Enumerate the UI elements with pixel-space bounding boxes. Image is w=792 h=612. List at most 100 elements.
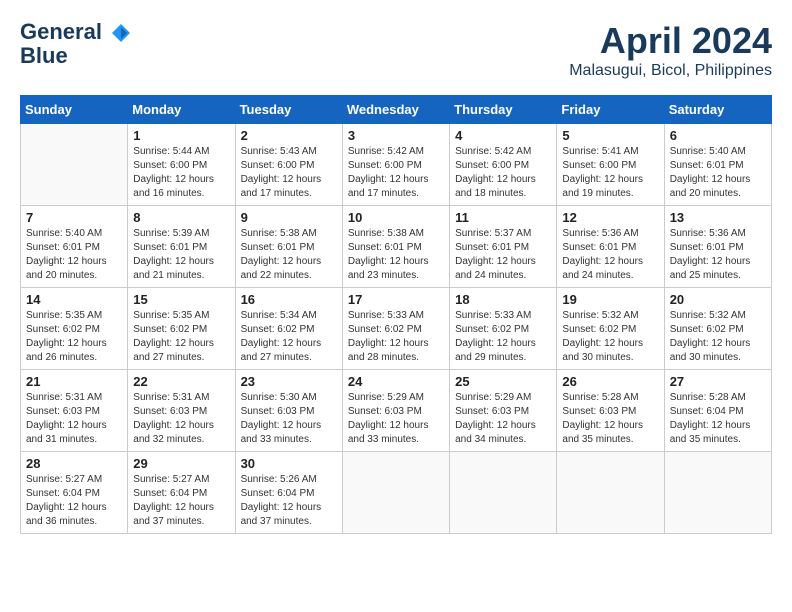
calendar-cell: 10 Sunrise: 5:38 AM Sunset: 6:01 PM Dayli…	[342, 206, 449, 288]
column-header-saturday: Saturday	[664, 96, 771, 124]
calendar-cell: 20 Sunrise: 5:32 AM Sunset: 6:02 PM Dayli…	[664, 288, 771, 370]
logo-blue-text: Blue	[20, 44, 68, 68]
calendar-cell: 23Sunrise: 5:30 AM Sunset: 6:03 PM Dayli…	[235, 370, 342, 452]
calendar-cell: 7 Sunrise: 5:40 AM Sunset: 6:01 PM Daylig…	[21, 206, 128, 288]
day-info: Sunrise: 5:43 AM Sunset: 6:00 PM Dayligh…	[241, 145, 337, 201]
day-number: 12	[562, 210, 658, 225]
day-number: 2	[241, 128, 337, 143]
calendar-cell: 6Sunrise: 5:40 AM Sunset: 6:01 PM Daylig…	[664, 124, 771, 206]
calendar-cell: 22 Sunrise: 5:31 AM Sunset: 6:03 PM Dayli…	[128, 370, 235, 452]
month-title: April 2024	[569, 20, 772, 62]
calendar-cell	[664, 452, 771, 534]
day-info: Sunrise: 5:35 AM Sunset: 6:02 PM Dayligh…	[133, 309, 229, 365]
calendar-cell	[557, 452, 664, 534]
day-info: Sunrise: 5:31 AM Sunset: 6:03 PM Dayligh…	[26, 391, 122, 447]
day-number: 9	[241, 210, 337, 225]
day-info: Sunrise: 5:35 AM Sunset: 6:02 PM Dayligh…	[26, 309, 122, 365]
day-info: Sunrise: 5:38 AM Sunset: 6:01 PM Dayligh…	[241, 227, 337, 283]
column-header-sunday: Sunday	[21, 96, 128, 124]
day-number: 6	[670, 128, 766, 143]
day-info: Sunrise: 5:26 AM Sunset: 6:04 PM Dayligh…	[241, 473, 337, 529]
day-info: Sunrise: 5:29 AM Sunset: 6:03 PM Dayligh…	[455, 391, 551, 447]
day-number: 25	[455, 374, 551, 389]
day-info: Sunrise: 5:42 AM Sunset: 6:00 PM Dayligh…	[348, 145, 444, 201]
column-header-thursday: Thursday	[450, 96, 557, 124]
week-row-2: 7 Sunrise: 5:40 AM Sunset: 6:01 PM Daylig…	[21, 206, 772, 288]
day-info: Sunrise: 5:33 AM Sunset: 6:02 PM Dayligh…	[348, 309, 444, 365]
page-header: General Blue April 2024 Malasugui, Bicol…	[20, 20, 772, 80]
day-info: Sunrise: 5:39 AM Sunset: 6:01 PM Dayligh…	[133, 227, 229, 283]
day-number: 21	[26, 374, 122, 389]
day-number: 19	[562, 292, 658, 307]
day-number: 16	[241, 292, 337, 307]
column-header-friday: Friday	[557, 96, 664, 124]
week-row-1: 1 Sunrise: 5:44 AM Sunset: 6:00 PM Daylig…	[21, 124, 772, 206]
day-info: Sunrise: 5:41 AM Sunset: 6:00 PM Dayligh…	[562, 145, 658, 201]
day-number: 5	[562, 128, 658, 143]
calendar-cell	[450, 452, 557, 534]
calendar-cell: 18Sunrise: 5:33 AM Sunset: 6:02 PM Dayli…	[450, 288, 557, 370]
calendar-cell: 13 Sunrise: 5:36 AM Sunset: 6:01 PM Dayli…	[664, 206, 771, 288]
logo-text: General	[20, 20, 132, 44]
calendar-cell: 11Sunrise: 5:37 AM Sunset: 6:01 PM Dayli…	[450, 206, 557, 288]
calendar-cell: 27Sunrise: 5:28 AM Sunset: 6:04 PM Dayli…	[664, 370, 771, 452]
day-info: Sunrise: 5:32 AM Sunset: 6:02 PM Dayligh…	[670, 309, 766, 365]
day-number: 29	[133, 456, 229, 471]
day-number: 14	[26, 292, 122, 307]
day-info: Sunrise: 5:31 AM Sunset: 6:03 PM Dayligh…	[133, 391, 229, 447]
day-number: 4	[455, 128, 551, 143]
day-number: 24	[348, 374, 444, 389]
day-info: Sunrise: 5:44 AM Sunset: 6:00 PM Dayligh…	[133, 145, 229, 201]
column-header-tuesday: Tuesday	[235, 96, 342, 124]
day-info: Sunrise: 5:29 AM Sunset: 6:03 PM Dayligh…	[348, 391, 444, 447]
calendar-table: SundayMondayTuesdayWednesdayThursdayFrid…	[20, 95, 772, 534]
calendar-cell: 28Sunrise: 5:27 AM Sunset: 6:04 PM Dayli…	[21, 452, 128, 534]
location-title: Malasugui, Bicol, Philippines	[569, 62, 772, 80]
day-number: 26	[562, 374, 658, 389]
calendar-cell: 15Sunrise: 5:35 AM Sunset: 6:02 PM Dayli…	[128, 288, 235, 370]
day-info: Sunrise: 5:32 AM Sunset: 6:02 PM Dayligh…	[562, 309, 658, 365]
week-row-4: 21 Sunrise: 5:31 AM Sunset: 6:03 PM Dayli…	[21, 370, 772, 452]
calendar-cell: 16Sunrise: 5:34 AM Sunset: 6:02 PM Dayli…	[235, 288, 342, 370]
week-row-3: 14 Sunrise: 5:35 AM Sunset: 6:02 PM Dayli…	[21, 288, 772, 370]
day-info: Sunrise: 5:30 AM Sunset: 6:03 PM Dayligh…	[241, 391, 337, 447]
day-number: 30	[241, 456, 337, 471]
calendar-cell: 14 Sunrise: 5:35 AM Sunset: 6:02 PM Dayli…	[21, 288, 128, 370]
day-number: 17	[348, 292, 444, 307]
day-info: Sunrise: 5:37 AM Sunset: 6:01 PM Dayligh…	[455, 227, 551, 283]
day-number: 10	[348, 210, 444, 225]
logo-blue-icon	[102, 19, 132, 44]
calendar-cell: 19 Sunrise: 5:32 AM Sunset: 6:02 PM Dayli…	[557, 288, 664, 370]
day-number: 22	[133, 374, 229, 389]
calendar-cell: 21 Sunrise: 5:31 AM Sunset: 6:03 PM Dayli…	[21, 370, 128, 452]
calendar-cell: 3 Sunrise: 5:42 AM Sunset: 6:00 PM Daylig…	[342, 124, 449, 206]
day-info: Sunrise: 5:27 AM Sunset: 6:04 PM Dayligh…	[133, 473, 229, 529]
calendar-cell: 5 Sunrise: 5:41 AM Sunset: 6:00 PM Daylig…	[557, 124, 664, 206]
calendar-cell: 17 Sunrise: 5:33 AM Sunset: 6:02 PM Dayli…	[342, 288, 449, 370]
calendar-cell: 1 Sunrise: 5:44 AM Sunset: 6:00 PM Daylig…	[128, 124, 235, 206]
calendar-cell: 4 Sunrise: 5:42 AM Sunset: 6:00 PM Daylig…	[450, 124, 557, 206]
calendar-cell: 29 Sunrise: 5:27 AM Sunset: 6:04 PM Dayli…	[128, 452, 235, 534]
day-info: Sunrise: 5:33 AM Sunset: 6:02 PM Dayligh…	[455, 309, 551, 365]
calendar-cell	[342, 452, 449, 534]
calendar-header-row: SundayMondayTuesdayWednesdayThursdayFrid…	[21, 96, 772, 124]
day-number: 3	[348, 128, 444, 143]
calendar-cell: 25 Sunrise: 5:29 AM Sunset: 6:03 PM Dayli…	[450, 370, 557, 452]
day-info: Sunrise: 5:36 AM Sunset: 6:01 PM Dayligh…	[670, 227, 766, 283]
calendar-cell: 26Sunrise: 5:28 AM Sunset: 6:03 PM Dayli…	[557, 370, 664, 452]
day-info: Sunrise: 5:40 AM Sunset: 6:01 PM Dayligh…	[26, 227, 122, 283]
calendar-cell	[21, 124, 128, 206]
day-info: Sunrise: 5:38 AM Sunset: 6:01 PM Dayligh…	[348, 227, 444, 283]
calendar-cell: 2 Sunrise: 5:43 AM Sunset: 6:00 PM Daylig…	[235, 124, 342, 206]
day-info: Sunrise: 5:42 AM Sunset: 6:00 PM Dayligh…	[455, 145, 551, 201]
day-number: 20	[670, 292, 766, 307]
column-header-monday: Monday	[128, 96, 235, 124]
day-info: Sunrise: 5:27 AM Sunset: 6:04 PM Dayligh…	[26, 473, 122, 529]
day-number: 1	[133, 128, 229, 143]
day-number: 8	[133, 210, 229, 225]
title-block: April 2024 Malasugui, Bicol, Philippines	[569, 20, 772, 80]
day-number: 7	[26, 210, 122, 225]
calendar-cell: 30 Sunrise: 5:26 AM Sunset: 6:04 PM Dayli…	[235, 452, 342, 534]
day-number: 13	[670, 210, 766, 225]
calendar-cell: 12Sunrise: 5:36 AM Sunset: 6:01 PM Dayli…	[557, 206, 664, 288]
